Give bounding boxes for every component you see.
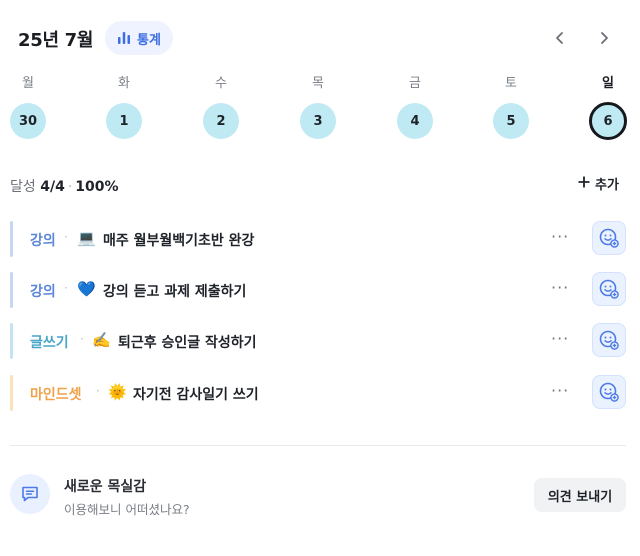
weekday-mon: 월 [22,76,34,91]
add-label: 추가 [595,178,619,193]
task-item[interactable]: 글쓰기 · ✍️ 퇴근후 승인글 작성하기 ··· [10,323,630,359]
task-item[interactable]: 마인드셋 · 🌞 자기전 감사일기 쓰기 ··· [10,375,630,411]
summary-count: 4/4 [40,179,65,195]
task-item[interactable]: 강의 · 💙 강의 듣고 과제 제출하기 ··· [10,272,630,308]
task-color-bar [10,272,13,308]
task-color-bar [10,323,13,359]
day-30[interactable]: 30 [10,103,46,139]
weekday-wed: 수 [215,76,227,91]
day-1[interactable]: 1 [106,103,142,139]
day-3[interactable]: 3 [300,103,336,139]
summary-label: 달성 [10,179,36,195]
day-4[interactable]: 4 [397,103,433,139]
task-title: 퇴근후 승인글 작성하기 [118,335,257,351]
task-color-bar [10,221,13,257]
day-6-selected[interactable]: 6 [589,102,627,140]
weekday-fri: 금 [409,76,421,91]
plus-icon [578,176,590,192]
reaction-button[interactable] [592,323,626,357]
day-2[interactable]: 2 [203,103,239,139]
task-separator: · [64,230,68,244]
task-category: 강의 [30,284,56,300]
weekday-tue: 화 [118,76,130,91]
section-divider [10,445,626,446]
smile-add-icon [599,228,619,248]
feedback-icon [10,474,50,514]
month-title: 25년 7월 [18,30,94,51]
day-5[interactable]: 5 [493,103,529,139]
laptop-icon: 💻 [77,229,96,247]
task-title: 강의 듣고 과제 제출하기 [103,284,247,300]
calendar-header: 25년 7월 통계 [0,18,640,58]
reaction-button[interactable] [592,375,626,409]
task-category: 글쓰기 [30,335,69,351]
weekday-thu: 목 [312,76,324,91]
sun-icon: 🌞 [108,383,127,401]
task-category: 강의 [30,233,56,249]
task-item[interactable]: 강의 · 💻 매주 월부월백기초반 완강 ··· [10,221,630,257]
add-task-button[interactable]: 추가 [578,174,619,193]
more-options-icon[interactable]: ··· [551,227,569,246]
task-title: 매주 월부월백기초반 완강 [103,233,255,249]
reaction-button[interactable] [592,272,626,306]
weekday-sun: 일 [602,76,614,91]
task-separator: · [96,384,100,398]
stats-button[interactable]: 통계 [105,21,173,55]
more-options-icon[interactable]: ··· [551,381,569,400]
smile-add-icon [599,382,619,402]
chevron-left-icon [556,32,563,44]
prev-week-button[interactable] [545,23,575,53]
feedback-subtitle: 이용해보니 어떠셨나요? [64,502,190,517]
stats-label: 통계 [137,32,161,48]
bar-chart-icon [117,31,131,45]
reaction-button[interactable] [592,221,626,255]
task-color-bar [10,375,13,411]
task-title: 자기전 감사일기 쓰기 [133,387,259,403]
chat-bubble-icon [22,486,38,502]
writing-hand-icon: ✍️ [92,331,111,349]
task-separator: · [64,281,68,295]
chevron-right-icon [601,32,608,44]
smile-add-icon [599,330,619,350]
more-options-icon[interactable]: ··· [551,329,569,348]
next-week-button[interactable] [589,23,619,53]
blue-heart-icon: 💙 [77,280,96,298]
smile-add-icon [599,279,619,299]
feedback-title: 새로운 목실감 [64,479,147,495]
weekday-sat: 토 [505,76,517,91]
achievement-summary: 달성 4/4 · 100% [10,176,119,196]
task-category: 마인드셋 [30,387,82,403]
summary-separator: · [67,179,73,195]
send-feedback-button[interactable]: 의견 보내기 [534,478,626,512]
summary-percent: 100% [75,179,119,195]
task-separator: · [80,332,84,346]
more-options-icon[interactable]: ··· [551,278,569,297]
